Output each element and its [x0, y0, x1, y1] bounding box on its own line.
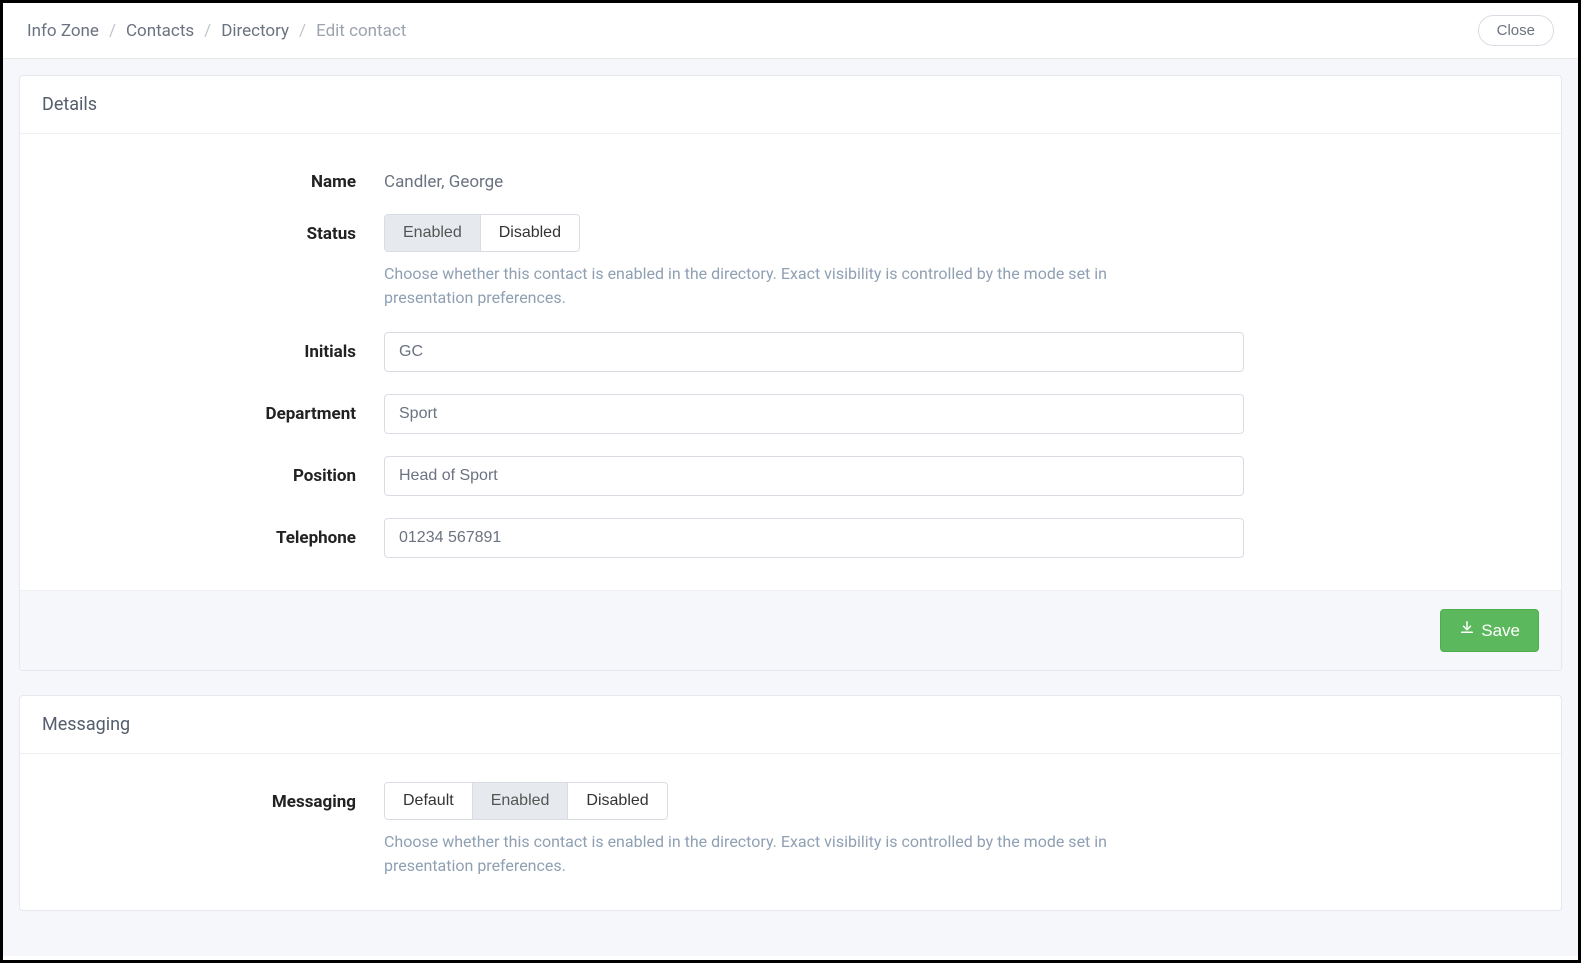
- messaging-enabled-button[interactable]: Enabled: [472, 783, 568, 819]
- breadcrumb-separator: /: [299, 21, 306, 41]
- status-help-text: Choose whether this contact is enabled i…: [384, 262, 1184, 310]
- messaging-toggle-group: Default Enabled Disabled: [384, 782, 668, 820]
- breadcrumb-info-zone[interactable]: Info Zone: [27, 21, 99, 41]
- position-input[interactable]: [384, 456, 1244, 496]
- close-button[interactable]: Close: [1478, 15, 1554, 46]
- status-label: Status: [44, 214, 384, 244]
- department-input[interactable]: [384, 394, 1244, 434]
- messaging-disabled-button[interactable]: Disabled: [567, 783, 666, 819]
- details-footer: Save: [20, 590, 1561, 670]
- status-enabled-button[interactable]: Enabled: [385, 215, 480, 251]
- breadcrumb-separator: /: [109, 21, 116, 41]
- initials-input[interactable]: [384, 332, 1244, 372]
- status-toggle-group: Enabled Disabled: [384, 214, 580, 252]
- breadcrumb-current: Edit contact: [316, 21, 406, 41]
- status-disabled-button[interactable]: Disabled: [480, 215, 579, 251]
- messaging-heading: Messaging: [20, 696, 1561, 754]
- position-label: Position: [44, 456, 384, 486]
- save-button[interactable]: Save: [1440, 609, 1539, 652]
- breadcrumb-contacts[interactable]: Contacts: [126, 21, 194, 41]
- save-button-label: Save: [1481, 621, 1520, 641]
- details-heading: Details: [20, 76, 1561, 134]
- breadcrumb: Info Zone / Contacts / Directory / Edit …: [27, 21, 406, 41]
- download-icon: [1459, 620, 1475, 641]
- name-value: Candler, George: [384, 162, 1244, 192]
- breadcrumb-directory[interactable]: Directory: [221, 21, 289, 41]
- details-panel: Details Name Candler, George Status Enab…: [19, 75, 1562, 671]
- messaging-help-text: Choose whether this contact is enabled i…: [384, 830, 1184, 878]
- telephone-input[interactable]: [384, 518, 1244, 558]
- messaging-panel: Messaging Messaging Default Enabled Disa…: [19, 695, 1562, 911]
- department-label: Department: [44, 394, 384, 424]
- messaging-default-button[interactable]: Default: [385, 783, 472, 819]
- breadcrumb-separator: /: [204, 21, 211, 41]
- initials-label: Initials: [44, 332, 384, 362]
- telephone-label: Telephone: [44, 518, 384, 548]
- name-label: Name: [44, 162, 384, 192]
- top-bar: Info Zone / Contacts / Directory / Edit …: [3, 3, 1578, 59]
- messaging-label: Messaging: [44, 782, 384, 812]
